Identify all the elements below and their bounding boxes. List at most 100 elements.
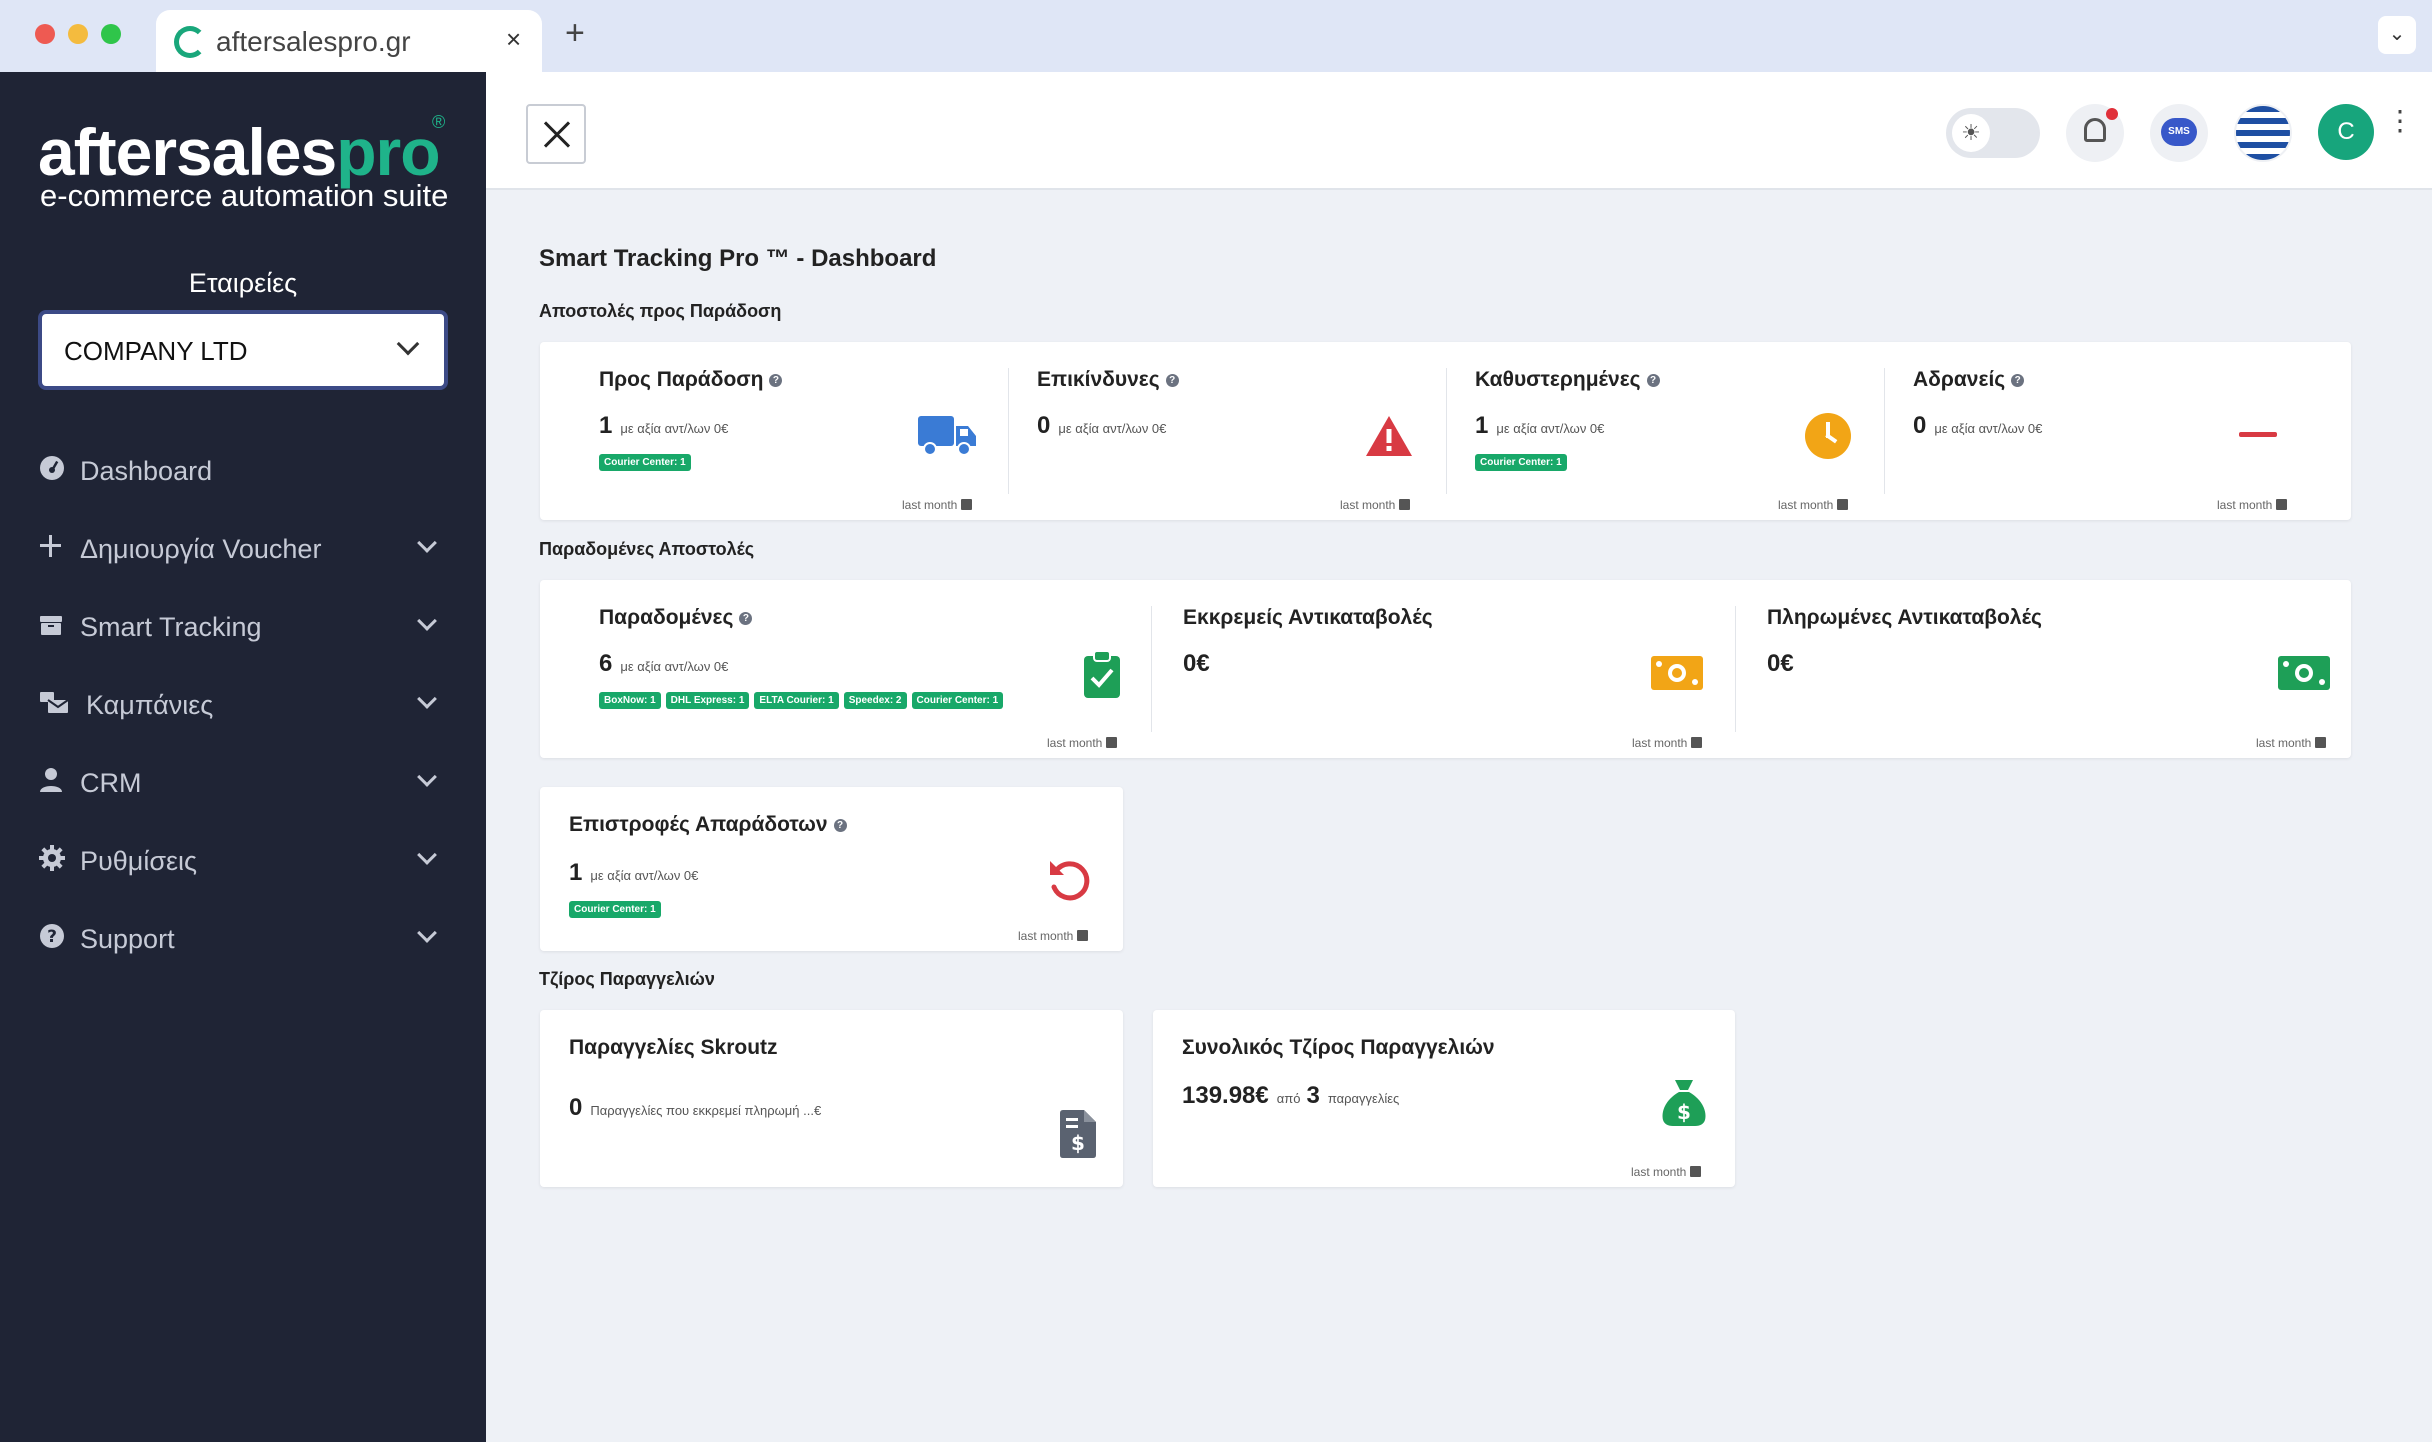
kpi-value: 0 [1037,412,1051,439]
kpi-delayed[interactable]: Καθυστερημένες? 1 με αξία αντ/λων 0€ Cour… [1416,342,1854,520]
chevron-down-icon [417,845,437,865]
calendar-icon[interactable] [1106,737,1118,748]
kpi-value: 0€ [1767,650,1794,677]
kpi-value: 0 [1913,412,1927,439]
chevron-down-icon [417,533,437,553]
calendar-icon[interactable] [2315,737,2327,748]
kpi-value: 6 [599,650,613,677]
kpi-value: 1 [1475,412,1489,439]
delivered-shipments-card: Παραδομένες? 6 με αξία αντ/λων 0€ BoxNow:… [540,580,2351,758]
new-tab-button[interactable]: + [565,14,585,53]
sidebar-item-smart-tracking[interactable]: Smart Tracking [38,600,448,656]
kpi-paid-cod[interactable]: Πληρωμένες Αντικαταβολές 0€ last month [1708,580,2351,758]
returns-card[interactable]: Επιστροφές Απαράδοτων? 1 με αξία αντ/λων … [540,787,1123,951]
chevron-down-icon [417,923,437,943]
top-header: ☀ SMS C ⋮ [486,72,2432,190]
sidebar-item-support[interactable]: ? Support [38,912,448,968]
kpi-subtext: από [1276,1091,1301,1106]
money-bag-icon: $ [1662,1080,1706,1126]
calendar-icon[interactable] [1837,499,1849,510]
calendar-icon[interactable] [1399,499,1411,510]
section-label-delivered: Παραδομένες Αποστολές [539,539,755,559]
sidebar-item-label: Δημιουργία Voucher [80,534,322,564]
kpi-subtext: με αξία αντ/λων 0€ [620,421,729,436]
bell-icon [2084,118,2106,142]
tab-list-button[interactable]: ⌄ [2378,16,2416,54]
calendar-icon[interactable] [1691,737,1703,748]
box-icon [38,610,66,638]
close-sidebar-button[interactable] [526,104,586,164]
window-minimize-button[interactable] [68,24,88,44]
sms-button[interactable]: SMS [2150,104,2208,162]
svg-text:$: $ [1677,1100,1691,1124]
sun-icon: ☀ [1952,114,1990,152]
minus-icon [2239,432,2277,437]
question-circle-icon: ? [38,922,66,950]
section-label-pending: Αποστολές προς Παράδοση [539,301,782,321]
company-select[interactable]: COMPANY LTD [38,310,448,390]
kpi-subtext: με αξία αντ/λων 0€ [590,868,699,883]
company-select-value: COMPANY LTD [64,336,248,366]
window-maximize-button[interactable] [101,24,121,44]
calendar-icon[interactable] [961,499,973,510]
tab-title: aftersalespro.gr [216,26,411,57]
more-options-icon[interactable]: ⋮ [2386,107,2414,135]
notification-badge [2106,108,2118,120]
sidebar-item-create-voucher[interactable]: Δημιουργία Voucher [38,522,448,578]
kpi-delivered[interactable]: Παραδομένες? 6 με αξία αντ/λων 0€ BoxNow:… [540,580,1124,758]
browser-tab[interactable]: aftersalespro.gr × [156,10,542,72]
sidebar-item-crm[interactable]: CRM [38,756,448,812]
kpi-idle[interactable]: Αδρανείς? 0 με αξία αντ/λων 0€ last month [1854,342,2351,520]
info-icon[interactable]: ? [833,818,847,832]
section-label-turnover: Τζίρος Παραγγελιών [539,969,715,989]
kpi-subtext: παραγγελίες [1327,1091,1400,1106]
info-icon[interactable]: ? [2011,373,2025,387]
calendar-icon[interactable] [1077,930,1089,941]
tab-close-icon[interactable]: × [506,24,521,55]
kpi-dangerous[interactable]: Επικίνδυνες? 0 με αξία αντ/λων 0€ last mo… [978,342,1416,520]
user-avatar[interactable]: C [2318,104,2374,160]
sidebar-item-dashboard[interactable]: Dashboard [38,444,448,500]
companies-label: Εταιρείες [188,268,298,298]
user-icon [38,766,66,794]
last-month-label: last month [1018,929,1074,943]
calendar-icon[interactable] [2276,499,2288,510]
courier-tag: BoxNow: 1 [599,692,661,709]
truck-icon [918,416,976,456]
courier-tag: Courier Center: 1 [599,454,691,471]
sidebar-item-settings[interactable]: Ρυθμίσεις [38,834,448,890]
language-greek-flag-icon[interactable] [2234,104,2292,162]
kpi-subtext: με αξία αντ/λων 0€ [1496,421,1605,436]
registered-mark: ® [432,112,446,132]
info-icon[interactable]: ? [739,611,753,625]
kpi-subtext: με αξία αντ/λων 0€ [1934,421,2043,436]
last-month-label: last month [2217,498,2273,512]
kpi-title: Πληρωμένες Αντικαταβολές [1767,606,2042,629]
calendar-icon[interactable] [1690,1166,1702,1177]
sidebar-item-campaigns[interactable]: Καμπάνιες [38,678,448,734]
notifications-button[interactable] [2066,104,2124,162]
last-month-label: last month [1631,1165,1687,1179]
sms-icon: SMS [2161,118,2197,146]
info-icon[interactable]: ? [1646,373,1660,387]
total-turnover-card[interactable]: Συνολικός Τζίρος Παραγγελιών 139.98€ από 3… [1153,1010,1735,1187]
chevron-down-icon [396,332,420,356]
sidebar: aftersalespro ® e-commerce automation su… [0,72,486,1442]
info-icon[interactable]: ? [1165,373,1179,387]
kpi-title: Καθυστερημένες [1475,368,1641,391]
last-month-label: last month [902,498,958,512]
window-close-button[interactable] [35,24,55,44]
sidebar-item-label: Dashboard [80,456,213,486]
info-icon[interactable]: ? [769,373,783,387]
courier-tag: Courier Center: 1 [1475,454,1567,471]
site-favicon-icon [174,26,206,58]
mail-bulk-icon [38,688,69,716]
kpi-pending-cod[interactable]: Εκκρεμείς Αντικαταβολές 0€ last month [1124,580,1708,758]
kpi-to-deliver[interactable]: Προς Παράδοση? 1 με αξία αντ/λων 0€ Couri… [540,342,978,520]
gear-icon [38,844,66,872]
theme-toggle[interactable]: ☀ [1946,108,2040,158]
skroutz-orders-card[interactable]: Παραγγελίες Skroutz 0 Παραγγελίες που εκκ… [540,1010,1123,1187]
invoice-dollar-icon: $ [1060,1110,1096,1158]
browser-toolbar: aftersalespro.gr × + ⌄ [0,0,2432,72]
svg-text:$: $ [1071,1131,1085,1155]
